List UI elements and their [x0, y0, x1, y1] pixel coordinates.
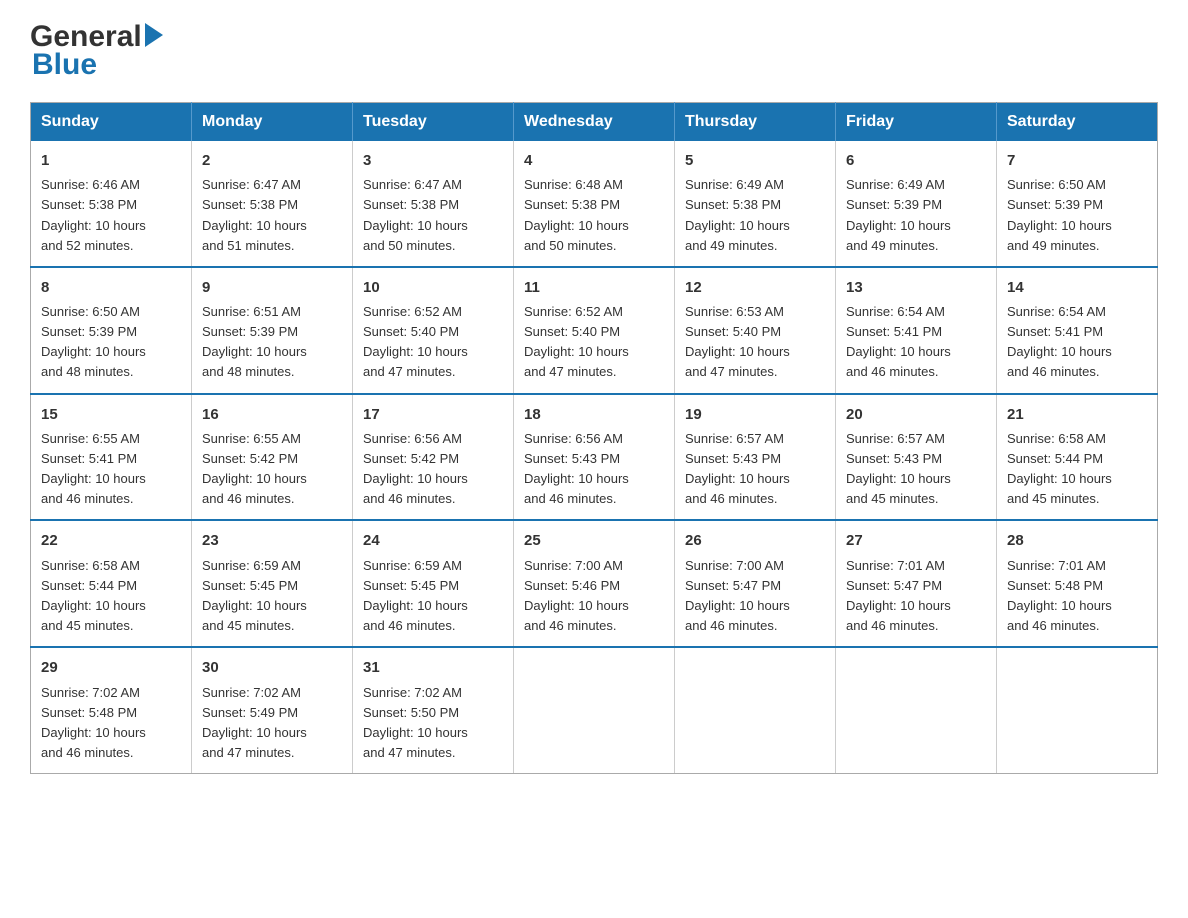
day-number: 24 [363, 529, 503, 552]
calendar-cell: 20Sunrise: 6:57 AMSunset: 5:43 PMDayligh… [836, 394, 997, 521]
calendar-cell [997, 647, 1158, 773]
calendar-cell: 8Sunrise: 6:50 AMSunset: 5:39 PMDaylight… [31, 267, 192, 394]
calendar-cell: 4Sunrise: 6:48 AMSunset: 5:38 PMDaylight… [514, 141, 675, 267]
day-number: 7 [1007, 149, 1147, 172]
day-number: 15 [41, 403, 181, 426]
logo-blue-text: Blue [32, 48, 166, 82]
day-number: 25 [524, 529, 664, 552]
calendar-cell: 26Sunrise: 7:00 AMSunset: 5:47 PMDayligh… [675, 520, 836, 647]
weekday-header-tuesday: Tuesday [353, 103, 514, 142]
day-number: 4 [524, 149, 664, 172]
calendar-cell: 27Sunrise: 7:01 AMSunset: 5:47 PMDayligh… [836, 520, 997, 647]
day-number: 18 [524, 403, 664, 426]
day-number: 27 [846, 529, 986, 552]
calendar-cell: 5Sunrise: 6:49 AMSunset: 5:38 PMDaylight… [675, 141, 836, 267]
calendar-cell: 14Sunrise: 6:54 AMSunset: 5:41 PMDayligh… [997, 267, 1158, 394]
calendar-cell: 31Sunrise: 7:02 AMSunset: 5:50 PMDayligh… [353, 647, 514, 773]
calendar-cell: 1Sunrise: 6:46 AMSunset: 5:38 PMDaylight… [31, 141, 192, 267]
day-number: 19 [685, 403, 825, 426]
calendar-week-row: 15Sunrise: 6:55 AMSunset: 5:41 PMDayligh… [31, 394, 1158, 521]
day-number: 5 [685, 149, 825, 172]
logo-chevron-icon [145, 23, 163, 47]
calendar-cell: 29Sunrise: 7:02 AMSunset: 5:48 PMDayligh… [31, 647, 192, 773]
calendar-cell: 17Sunrise: 6:56 AMSunset: 5:42 PMDayligh… [353, 394, 514, 521]
day-number: 20 [846, 403, 986, 426]
weekday-header-sunday: Sunday [31, 103, 192, 142]
day-number: 10 [363, 276, 503, 299]
day-number: 22 [41, 529, 181, 552]
calendar-week-row: 8Sunrise: 6:50 AMSunset: 5:39 PMDaylight… [31, 267, 1158, 394]
calendar-cell: 24Sunrise: 6:59 AMSunset: 5:45 PMDayligh… [353, 520, 514, 647]
logo: General Blue [30, 20, 166, 82]
day-number: 1 [41, 149, 181, 172]
weekday-header-friday: Friday [836, 103, 997, 142]
calendar-cell: 22Sunrise: 6:58 AMSunset: 5:44 PMDayligh… [31, 520, 192, 647]
calendar-week-row: 22Sunrise: 6:58 AMSunset: 5:44 PMDayligh… [31, 520, 1158, 647]
calendar-cell: 6Sunrise: 6:49 AMSunset: 5:39 PMDaylight… [836, 141, 997, 267]
day-number: 21 [1007, 403, 1147, 426]
day-number: 9 [202, 276, 342, 299]
day-number: 23 [202, 529, 342, 552]
calendar-cell [836, 647, 997, 773]
day-number: 2 [202, 149, 342, 172]
weekday-header-row: SundayMondayTuesdayWednesdayThursdayFrid… [31, 103, 1158, 142]
day-number: 3 [363, 149, 503, 172]
calendar-cell: 28Sunrise: 7:01 AMSunset: 5:48 PMDayligh… [997, 520, 1158, 647]
day-number: 31 [363, 656, 503, 679]
calendar-cell: 12Sunrise: 6:53 AMSunset: 5:40 PMDayligh… [675, 267, 836, 394]
day-number: 12 [685, 276, 825, 299]
calendar-cell: 2Sunrise: 6:47 AMSunset: 5:38 PMDaylight… [192, 141, 353, 267]
calendar-cell: 13Sunrise: 6:54 AMSunset: 5:41 PMDayligh… [836, 267, 997, 394]
day-number: 11 [524, 276, 664, 299]
calendar-week-row: 29Sunrise: 7:02 AMSunset: 5:48 PMDayligh… [31, 647, 1158, 773]
calendar-cell: 18Sunrise: 6:56 AMSunset: 5:43 PMDayligh… [514, 394, 675, 521]
day-number: 8 [41, 276, 181, 299]
calendar-cell: 25Sunrise: 7:00 AMSunset: 5:46 PMDayligh… [514, 520, 675, 647]
calendar-cell: 23Sunrise: 6:59 AMSunset: 5:45 PMDayligh… [192, 520, 353, 647]
day-number: 28 [1007, 529, 1147, 552]
calendar-cell: 3Sunrise: 6:47 AMSunset: 5:38 PMDaylight… [353, 141, 514, 267]
calendar-cell: 10Sunrise: 6:52 AMSunset: 5:40 PMDayligh… [353, 267, 514, 394]
day-number: 6 [846, 149, 986, 172]
calendar-cell [514, 647, 675, 773]
calendar-cell [675, 647, 836, 773]
weekday-header-thursday: Thursday [675, 103, 836, 142]
page-header: General Blue [30, 20, 1158, 82]
calendar-table: SundayMondayTuesdayWednesdayThursdayFrid… [30, 102, 1158, 774]
calendar-cell: 15Sunrise: 6:55 AMSunset: 5:41 PMDayligh… [31, 394, 192, 521]
calendar-cell: 19Sunrise: 6:57 AMSunset: 5:43 PMDayligh… [675, 394, 836, 521]
calendar-cell: 9Sunrise: 6:51 AMSunset: 5:39 PMDaylight… [192, 267, 353, 394]
calendar-cell: 21Sunrise: 6:58 AMSunset: 5:44 PMDayligh… [997, 394, 1158, 521]
day-number: 26 [685, 529, 825, 552]
calendar-cell: 7Sunrise: 6:50 AMSunset: 5:39 PMDaylight… [997, 141, 1158, 267]
day-number: 29 [41, 656, 181, 679]
day-number: 14 [1007, 276, 1147, 299]
weekday-header-wednesday: Wednesday [514, 103, 675, 142]
day-number: 17 [363, 403, 503, 426]
weekday-header-monday: Monday [192, 103, 353, 142]
day-number: 16 [202, 403, 342, 426]
calendar-cell: 11Sunrise: 6:52 AMSunset: 5:40 PMDayligh… [514, 267, 675, 394]
day-number: 13 [846, 276, 986, 299]
calendar-cell: 16Sunrise: 6:55 AMSunset: 5:42 PMDayligh… [192, 394, 353, 521]
weekday-header-saturday: Saturday [997, 103, 1158, 142]
calendar-cell: 30Sunrise: 7:02 AMSunset: 5:49 PMDayligh… [192, 647, 353, 773]
day-number: 30 [202, 656, 342, 679]
calendar-week-row: 1Sunrise: 6:46 AMSunset: 5:38 PMDaylight… [31, 141, 1158, 267]
